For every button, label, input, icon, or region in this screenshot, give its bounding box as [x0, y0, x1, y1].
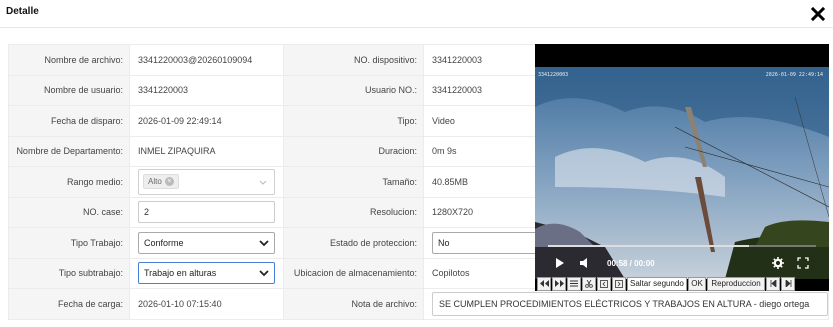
no-case-input[interactable]: 2 [138, 201, 275, 224]
list-icon [570, 280, 578, 287]
label-resolucion: Resolucion: [283, 196, 424, 228]
skip-seconds-input[interactable]: Saltar segundo [627, 276, 687, 291]
label-nota-archivo: Nota de archivo: [283, 288, 424, 320]
chevron-down-icon [259, 180, 267, 185]
label-estado-proteccion: Estado de proteccion: [283, 227, 424, 259]
label-departamento: Nombre de Departamento: [8, 135, 130, 167]
speed-select[interactable]: Reproduccion [707, 276, 765, 291]
close-icon[interactable] [810, 6, 826, 22]
label-no-case: NO. case: [8, 196, 130, 228]
frame-forward-button[interactable] [612, 276, 626, 291]
rango-medio-select[interactable]: Alto × [138, 168, 275, 195]
label-tipo: Tipo: [283, 105, 424, 137]
frame-back-icon [600, 279, 608, 288]
label-duracion: Duracion: [283, 135, 424, 167]
chevron-down-icon [259, 270, 269, 277]
cut-button[interactable] [582, 276, 596, 291]
prev-button[interactable] [766, 276, 780, 291]
osd-timestamp: 2026-01-09 22:49:14 [765, 72, 823, 78]
video-frame [535, 67, 829, 279]
value-fecha-carga: 2026-01-10 07:15:40 [129, 288, 284, 320]
playback-toolbar: Saltar segundo OK Reproduccion [537, 276, 829, 291]
label-fecha-disparo: Fecha de disparo: [8, 105, 130, 137]
chevron-down-icon [259, 240, 269, 247]
nota-archivo-input[interactable]: SE CUMPLEN PROCEDIMIENTOS ELÉCTRICOS Y T… [432, 291, 828, 316]
fast-forward-button[interactable] [552, 276, 566, 291]
label-rango-medio: Rango medio: [8, 166, 130, 198]
tag-remove-icon[interactable]: × [164, 177, 174, 187]
dialog-title: Detalle [6, 6, 39, 17]
video-controls: 00:58 / 00:00 [535, 254, 829, 272]
frame-back-button[interactable] [597, 276, 611, 291]
video-player[interactable]: 3341220003 2026-01-09 22:49:14 00:58 / 0… [535, 44, 829, 291]
label-tipo-subtrabajo: Tipo subtrabajo: [8, 257, 130, 289]
label-nombre-archivo: Nombre de archivo: [8, 44, 130, 76]
rango-tag-label: Alto [148, 177, 162, 187]
label-usuario-no: Usuario NO.: [283, 74, 424, 106]
rewind-icon [539, 280, 549, 287]
tipo-subtrabajo-value: Trabajo en alturas [144, 268, 217, 279]
value-fecha-disparo: 2026-01-09 22:49:14 [129, 105, 284, 137]
gear-icon[interactable] [772, 257, 784, 269]
value-nombre-usuario: 3341220003 [129, 74, 284, 106]
frame-forward-icon [615, 279, 623, 288]
value-departamento: INMEL ZIPAQUIRA [129, 135, 284, 167]
label-ubicacion: Ubicacion de almacenamiento: [283, 257, 424, 289]
rewind-button[interactable] [537, 276, 551, 291]
fast-forward-icon [554, 280, 564, 287]
label-no-dispositivo: NO. dispositivo: [283, 44, 424, 76]
value-nombre-archivo: 3341220003@20260109094 [138, 54, 253, 65]
estado-proteccion-value: No [438, 237, 450, 248]
volume-icon[interactable] [579, 258, 589, 268]
video-progress-fill [548, 245, 749, 247]
tipo-trabajo-select[interactable]: Conforme [138, 231, 275, 254]
label-nombre-usuario: Nombre de usuario: [8, 74, 130, 106]
fullscreen-icon[interactable] [797, 257, 809, 269]
label-tipo-trabajo: Tipo Trabajo: [8, 227, 130, 259]
video-time: 00:58 / 00:00 [607, 258, 655, 268]
ok-button[interactable]: OK [688, 276, 706, 291]
label-tamano: Tamaño: [283, 166, 424, 198]
skip-forward-icon [785, 280, 791, 287]
label-fecha-carga: Fecha de carga: [8, 288, 130, 320]
tipo-trabajo-value: Conforme [144, 237, 184, 248]
dialog-header: Detalle [0, 0, 833, 28]
form-row: Fecha de carga: 2026-01-10 07:15:40 Nota… [8, 288, 829, 320]
scissors-icon [585, 279, 593, 288]
video-progress-bar[interactable] [548, 245, 816, 247]
next-button[interactable] [781, 276, 795, 291]
play-icon[interactable] [555, 258, 565, 268]
rango-tag: Alto × [143, 174, 179, 190]
list-button[interactable] [567, 276, 581, 291]
skip-back-icon [770, 280, 776, 287]
tipo-subtrabajo-select[interactable]: Trabajo en alturas [138, 262, 275, 285]
osd-device: 3341220003 [538, 72, 569, 78]
